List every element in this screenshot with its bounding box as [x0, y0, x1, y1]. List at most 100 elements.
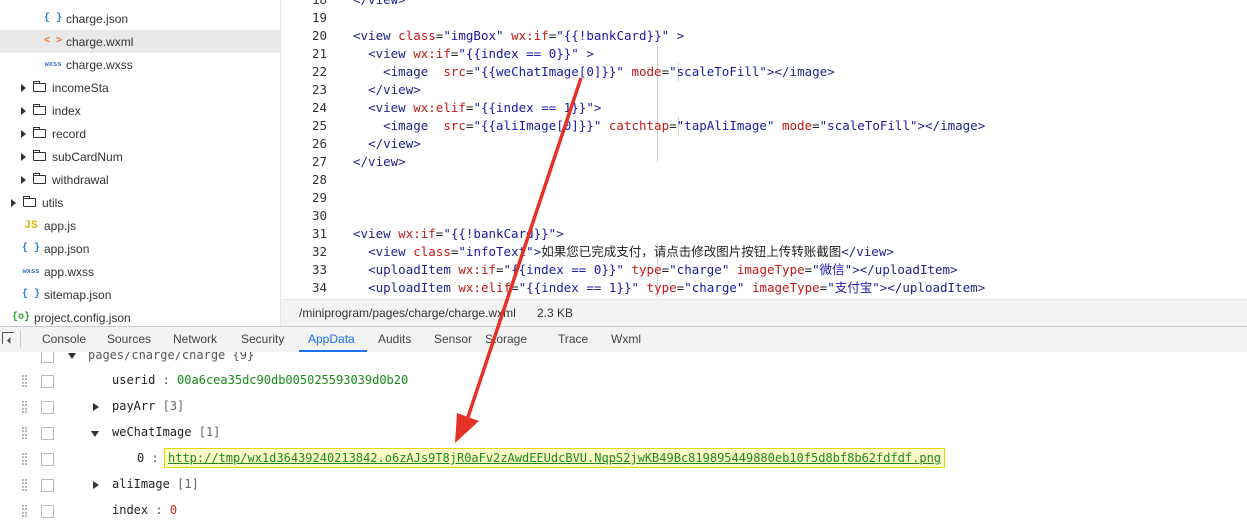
line-number: 23 — [311, 82, 327, 97]
code-line[interactable]: 24 <view wx:elif="{{index == 1}}"> — [281, 99, 1247, 117]
tree-folder-incomesta[interactable]: incomeSta — [0, 76, 280, 99]
tree-item-project-config[interactable]: {o} project.config.json — [0, 306, 280, 326]
chevron-right-icon[interactable] — [93, 481, 99, 489]
tree-item-label: app.js — [44, 218, 77, 233]
code-line[interactable]: 33 <uploadItem wx:if="{{index == 0}}" ty… — [281, 261, 1247, 279]
tab-wxml[interactable]: Wxml — [611, 332, 641, 346]
tree-folder-subcardnum[interactable]: subCardNum — [0, 145, 280, 168]
code-line[interactable]: 26 </view> — [281, 135, 1247, 153]
code-line[interactable]: 20 <view class="imgBox" wx:if="{{!bankCar… — [281, 27, 1247, 45]
code-line[interactable]: 27 </view> — [281, 153, 1247, 171]
code-text: <view class="infoText">如果您已完成支付，请点击修改图片按… — [368, 244, 894, 259]
tree-item-app-js[interactable]: JS app.js — [0, 214, 280, 237]
inspect-element-icon[interactable] — [2, 332, 14, 344]
code-line[interactable]: 31 <view wx:if="{{!bankCard}}"> — [281, 225, 1247, 243]
code-text: <image src="{{aliImage[0]}}" catchtap="t… — [383, 118, 986, 133]
chevron-right-icon — [11, 198, 16, 207]
line-number: 29 — [311, 190, 327, 205]
code-line[interactable]: 18 </view> — [281, 0, 1247, 9]
appdata-key: index — [112, 503, 149, 517]
tab-audits[interactable]: Audits — [378, 332, 411, 346]
code-line[interactable]: 34 <uploadItem wx:elif="{{index == 1}}" … — [281, 279, 1247, 297]
line-number: 32 — [311, 244, 327, 259]
tab-storage[interactable]: Storage — [485, 332, 527, 346]
tab-sources[interactable]: Sources — [107, 332, 151, 346]
checkbox[interactable] — [41, 505, 54, 518]
tree-item-sitemap-json[interactable]: { } sitemap.json — [0, 283, 280, 306]
appdata-value[interactable]: 00a6cea35dc90db005025593039d0b20 — [177, 373, 408, 387]
tree-item-charge-wxss[interactable]: wxss charge.wxss — [0, 53, 280, 76]
divider — [20, 331, 21, 348]
folder-icon — [33, 104, 46, 115]
file-explorer: { } charge.json < > charge.wxml wxss cha… — [0, 0, 281, 326]
appdata-key: aliImage — [112, 477, 170, 491]
chevron-down-icon[interactable] — [68, 353, 76, 359]
appdata-row-wechatimage[interactable]: weChatImage [1] — [0, 420, 1247, 446]
code-text: <view wx:if="{{!bankCard}}"> — [353, 226, 564, 241]
code-line[interactable]: 19 — [281, 9, 1247, 27]
code-line[interactable]: 22 <image src="{{weChatImage[0]}}" mode=… — [281, 63, 1247, 81]
tree-item-label: app.wxss — [44, 264, 95, 279]
tab-appdata[interactable]: AppData — [308, 332, 355, 346]
appdata-row-index[interactable]: index : 0 — [0, 498, 1247, 524]
tree-item-label: incomeSta — [52, 80, 109, 95]
tree-item-label: withdrawal — [52, 172, 109, 187]
tree-item-label: sitemap.json — [44, 287, 112, 302]
tree-folder-utils[interactable]: utils — [0, 191, 280, 214]
drag-handle-icon[interactable] — [22, 505, 27, 517]
tab-console[interactable]: Console — [42, 332, 86, 346]
tab-sensor[interactable]: Sensor — [434, 332, 472, 346]
tree-item-app-wxss[interactable]: wxss app.wxss — [0, 260, 280, 283]
code-line[interactable]: 32 <view class="infoText">如果您已完成支付，请点击修改… — [281, 243, 1247, 261]
checkbox[interactable] — [41, 375, 54, 388]
code-editor[interactable]: 18 </view> 19 20 <view class="imgBox" wx:if=… — [281, 0, 1247, 299]
appdata-row-userid[interactable]: userid : 00a6cea35dc90db005025593039d0b2… — [0, 368, 1247, 394]
code-line[interactable]: 29 — [281, 189, 1247, 207]
line-number: 24 — [311, 100, 327, 115]
line-number: 28 — [311, 172, 327, 187]
image-url-link[interactable]: http://tmp/wx1d36439240213842.o6zAJs9T8j… — [164, 448, 946, 468]
appdata-root-row[interactable]: pages/charge/charge {9} — [0, 352, 1247, 368]
code-text: <image src="{{weChatImage[0]}}" mode="sc… — [383, 64, 835, 79]
tab-trace[interactable]: Trace — [558, 332, 588, 346]
code-line[interactable]: 21 <view wx:if="{{index == 0}}" > — [281, 45, 1247, 63]
appdata-row-aliimage[interactable]: aliImage [1] — [0, 472, 1247, 498]
drag-handle-icon[interactable] — [22, 453, 27, 465]
drag-handle-icon[interactable] — [22, 479, 27, 491]
wxss-file-icon: wxss — [22, 267, 40, 276]
wxss-file-icon: wxss — [44, 60, 62, 69]
code-line[interactable]: 23 </view> — [281, 81, 1247, 99]
code-line[interactable]: 25 <image src="{{aliImage[0]}}" catchtap… — [281, 117, 1247, 135]
code-text: </view> — [353, 154, 406, 169]
chevron-right-icon[interactable] — [93, 403, 99, 411]
tree-item-app-json[interactable]: { } app.json — [0, 237, 280, 260]
code-text: </view> — [368, 82, 421, 97]
code-line[interactable]: 30 — [281, 207, 1247, 225]
appdata-key: userid — [112, 373, 156, 387]
checkbox[interactable] — [41, 352, 54, 363]
checkbox[interactable] — [41, 427, 54, 440]
chevron-down-icon[interactable] — [91, 431, 99, 437]
checkbox[interactable] — [41, 401, 54, 414]
tree-folder-withdrawal[interactable]: withdrawal — [0, 168, 280, 191]
tree-item-charge-wxml[interactable]: < > charge.wxml — [0, 30, 280, 53]
checkbox[interactable] — [41, 453, 54, 466]
checkbox[interactable] — [41, 479, 54, 492]
code-text: </view> — [368, 136, 421, 151]
drag-handle-icon[interactable] — [22, 401, 27, 413]
tab-security[interactable]: Security — [241, 332, 284, 346]
tree-item-charge-json[interactable]: { } charge.json — [0, 7, 280, 30]
appdata-value[interactable]: 0 — [170, 503, 177, 517]
tab-network[interactable]: Network — [173, 332, 217, 346]
line-number: 20 — [311, 28, 327, 43]
line-number: 31 — [311, 226, 327, 241]
chevron-right-icon — [21, 152, 26, 161]
config-file-icon: {o} — [12, 312, 31, 323]
drag-handle-icon[interactable] — [22, 427, 27, 439]
appdata-row-payarr[interactable]: payArr [3] — [0, 394, 1247, 420]
drag-handle-icon[interactable] — [22, 375, 27, 387]
tree-folder-index[interactable]: index — [0, 99, 280, 122]
tree-folder-record[interactable]: record — [0, 122, 280, 145]
code-text: <view class="imgBox" wx:if="{{!bankCard}… — [353, 28, 685, 43]
code-line[interactable]: 28 — [281, 171, 1247, 189]
